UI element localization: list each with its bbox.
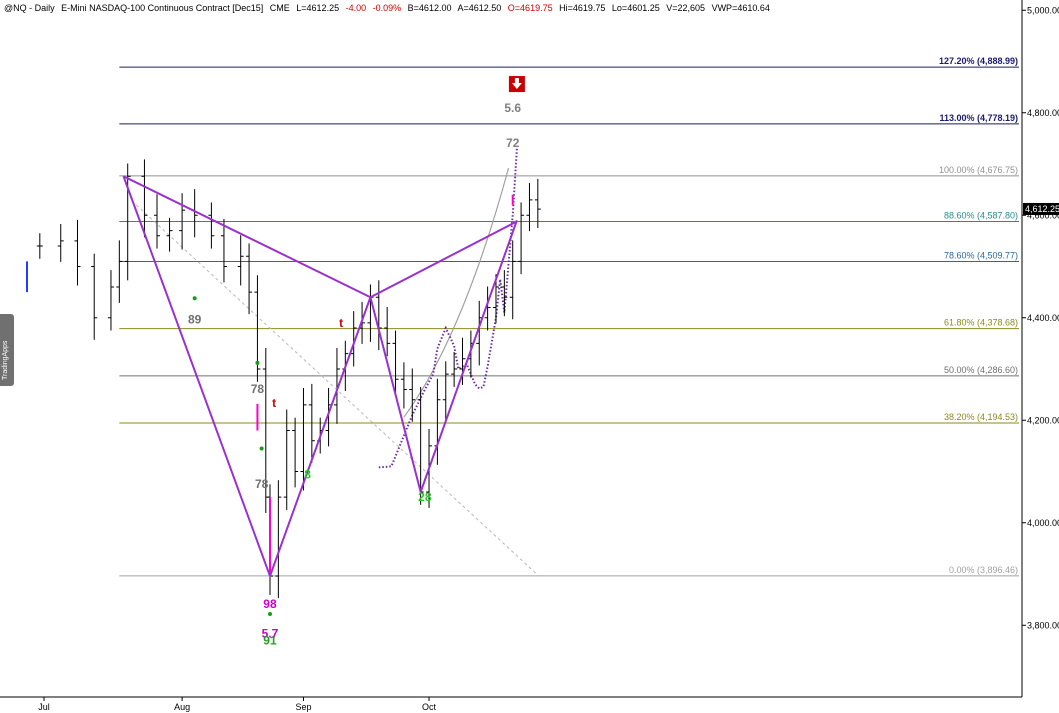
annotation-label: 5.6 xyxy=(504,101,521,115)
fib-label: 127.20% (4,888.99) xyxy=(939,56,1018,66)
y-tick-label: 4,800.00 xyxy=(1027,108,1059,118)
axes: 5,000.004,800.004,600.004,400.004,200.00… xyxy=(0,0,1059,712)
diagonal-trendline xyxy=(131,200,539,576)
annotation-label: 91 xyxy=(263,634,277,648)
y-tick-label: 4,400.00 xyxy=(1027,313,1059,323)
signal-dot xyxy=(267,611,272,616)
x-tick-label: Aug xyxy=(174,702,190,712)
tradingapps-tab[interactable]: TradingApps xyxy=(0,314,14,386)
tradingapps-tab-label: TradingApps xyxy=(2,340,9,380)
annotation-label: 78 xyxy=(255,477,269,491)
fib-label: 88.60% (4,587.80) xyxy=(944,211,1018,221)
bid-value: B=4612.00 xyxy=(407,3,452,13)
contract-label: E-Mini NASDAQ-100 Continuous Contract [D… xyxy=(61,3,264,13)
fib-label: 50.00% (4,286.60) xyxy=(944,365,1018,375)
annotation-label: 28 xyxy=(418,490,432,504)
last-price-tag-label: 4,612.25 xyxy=(1025,204,1059,214)
change-value: -4.00 xyxy=(345,3,367,13)
signal-dot xyxy=(259,446,264,451)
fib-label: 113.00% (4,778.19) xyxy=(939,113,1018,123)
price-chart[interactable]: 127.20% (4,888.99) 113.00% (4,778.19) 100.… xyxy=(0,0,1059,713)
pattern-bd-line xyxy=(369,220,518,299)
fibonacci-levels: 127.20% (4,888.99) 113.00% (4,778.19) 100.… xyxy=(119,56,1019,577)
exchange-label: CME xyxy=(269,3,290,13)
y-tick-label: 4,000.00 xyxy=(1027,518,1059,528)
fib-label: 78.60% (4,509.77) xyxy=(944,250,1018,260)
ask-value: A=4612.50 xyxy=(457,3,502,13)
chart-header: @NQ - Daily E-Mini NASDAQ-100 Continuous… xyxy=(4,3,774,13)
volume-value: V=22,605 xyxy=(666,3,706,13)
fib-label: 61.80% (4,378.68) xyxy=(944,318,1018,328)
symbol-label: @NQ - Daily xyxy=(4,3,55,13)
y-tick-label: 3,800.00 xyxy=(1027,620,1059,630)
annotation-label: t xyxy=(272,396,276,410)
signal-dot xyxy=(255,360,260,365)
x-tick-label: Jul xyxy=(38,702,50,712)
vwap-value: VWP=4610.64 xyxy=(711,3,770,13)
y-tick-label: 5,000.00 xyxy=(1027,5,1059,15)
low-value: Lo=4601.25 xyxy=(611,3,660,13)
annotation-label: 8 xyxy=(304,468,311,482)
annotation-label: t xyxy=(339,316,343,330)
annotation-label: 89 xyxy=(188,312,202,326)
x-tick-label: Sep xyxy=(295,702,311,712)
fib-label: 100.00% (4,676.75) xyxy=(939,165,1018,175)
price-bars xyxy=(26,159,541,599)
annotation-label: 72 xyxy=(506,136,520,150)
projection-arc xyxy=(403,167,510,418)
last-price: L=4612.25 xyxy=(296,3,340,13)
trendlines xyxy=(131,148,539,576)
change-percent: -0.09% xyxy=(372,3,402,13)
annotation-label: 98 xyxy=(263,597,277,611)
y-tick-label: 4,200.00 xyxy=(1027,415,1059,425)
annotation-label: 78 xyxy=(251,382,265,396)
x-tick-label: Oct xyxy=(422,702,437,712)
annotations: 5.672897878985.791tt828 xyxy=(188,76,525,648)
fib-label: 38.20% (4,194.53) xyxy=(944,412,1018,422)
signal-dot xyxy=(192,296,197,301)
open-value: O=4619.75 xyxy=(507,3,553,13)
high-value: Hi=4619.75 xyxy=(559,3,606,13)
fib-label: 0.00% (3,896.46) xyxy=(949,565,1018,575)
